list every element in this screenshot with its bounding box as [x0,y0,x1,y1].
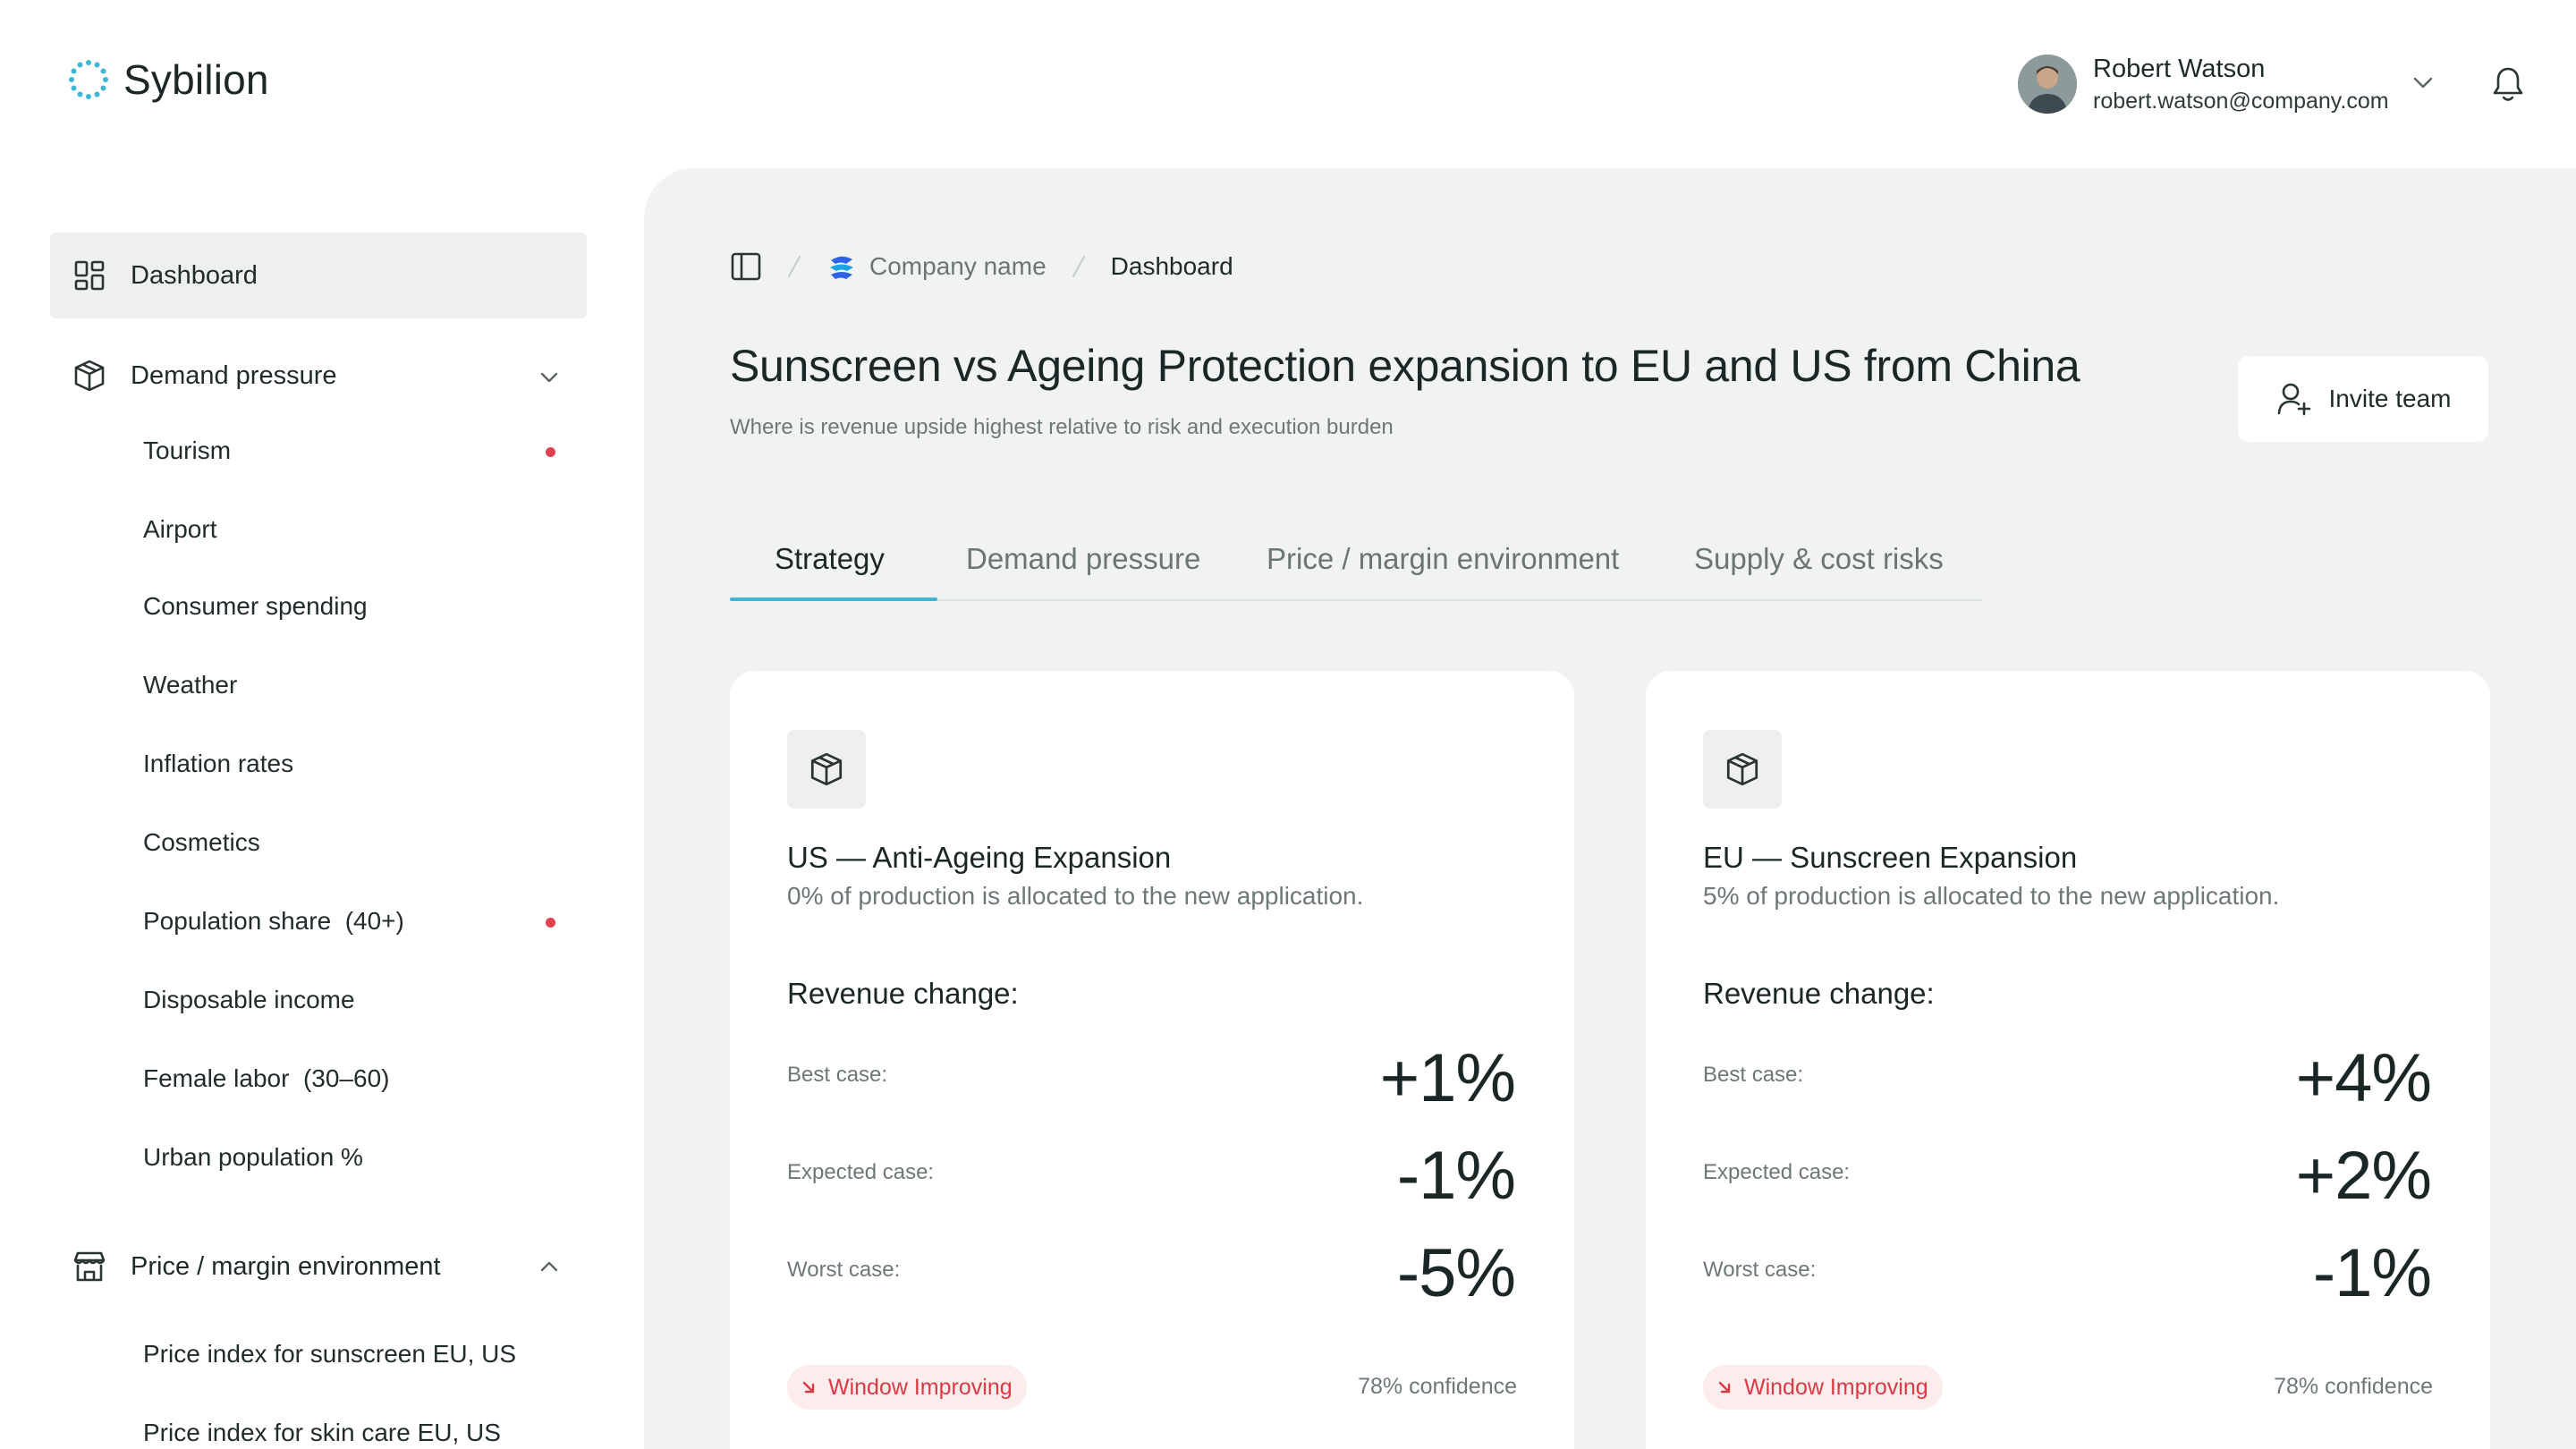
add-user-icon [2277,383,2310,416]
revenue-change-label: Revenue change: [1703,977,1935,1010]
chevron-down-icon[interactable] [2410,72,2436,93]
company-logo-icon [830,256,853,279]
card-description: 5% of production is allocated to the new… [1703,882,2280,910]
revenue-change-label: Revenue change: [787,977,1019,1010]
page-title: Sunscreen vs Ageing Protection expansion… [730,341,2080,391]
expected-case-label: Expected case: [787,1160,935,1184]
sidebar-item-disposable-income[interactable]: Disposable income [143,986,355,1014]
worst-case-value: -5% [1396,1235,1516,1311]
confidence-label: 78% confidence [2274,1374,2433,1399]
expected-case-label: Expected case: [1703,1160,1851,1184]
alert-dot [546,447,555,457]
tab-strategy[interactable]: Strategy [775,542,885,576]
sidebar-item-demand-pressure[interactable]: Demand pressure [72,358,337,394]
sidebar-item-airport[interactable]: Airport [143,515,216,544]
breadcrumb-separator [787,255,801,278]
box-icon [1726,752,1758,786]
tab-supply-cost[interactable]: Supply & cost risks [1694,542,1944,576]
worst-case-label: Worst case: [1703,1258,1817,1282]
sidebar-item-female-labor[interactable]: Female labor (30–60) [143,1064,389,1093]
sidebar-item-tourism[interactable]: Tourism [143,436,231,465]
chevron-up-icon[interactable] [537,1258,562,1275]
arrow-down-right-icon [802,1381,815,1394]
sidebar-item-consumer-spending[interactable]: Consumer spending [143,592,368,621]
chevron-down-icon[interactable] [537,369,562,386]
arrow-down-right-icon [1718,1381,1731,1394]
sidebar-item-price-margin[interactable]: Price / margin environment [72,1249,441,1284]
sidebar-item-cosmetics[interactable]: Cosmetics [143,828,260,857]
strategy-card-eu[interactable]: EU — Sunscreen Expansion 5% of productio… [1646,671,2490,1449]
sidebar-item-price-index-sunscreen[interactable]: Price index for sunscreen EU, US [143,1340,516,1368]
card-title: US — Anti-Ageing Expansion [787,841,1172,874]
user-menu[interactable]: Robert Watson robert.watson@company.com [2018,52,2389,116]
expected-case-value: -1% [1396,1138,1516,1214]
box-icon-container [1703,730,1782,809]
brand-name: Sybilion [123,56,269,103]
user-name: Robert Watson [2093,55,2266,83]
status-badge: Window Improving [1703,1365,1943,1410]
sidebar-item-inflation-rates[interactable]: Inflation rates [143,750,293,778]
tab-price-margin[interactable]: Price / margin environment [1267,542,1619,576]
invite-team-label: Invite team [2328,385,2452,412]
brand-logo[interactable]: Sybilion [66,55,269,104]
card-description: 0% of production is allocated to the new… [787,882,1364,910]
expected-case-value: +2% [2295,1138,2432,1214]
status-badge-label: Window Improving [828,1374,1013,1400]
bell-icon[interactable] [2490,64,2526,104]
sidebar-toggle-icon[interactable] [730,250,762,283]
sidebar-item-label: Demand pressure [131,360,337,390]
sidebar-item-dashboard[interactable]: Dashboard [72,258,258,293]
best-case-value: +4% [2295,1040,2432,1116]
breadcrumb-separator [1072,255,1085,278]
box-icon [74,360,105,392]
user-email: robert.watson@company.com [2093,89,2389,114]
breadcrumb-current: Dashboard [1110,252,1233,280]
worst-case-label: Worst case: [787,1258,901,1282]
confidence-label: 78% confidence [1358,1374,1517,1399]
sidebar-item-label: Dashboard [131,260,258,290]
tab-bar: Strategy Demand pressure Price / margin … [730,530,1982,601]
sidebar-item-price-index-skincare[interactable]: Price index for skin care EU, US [143,1419,501,1447]
best-case-label: Best case: [787,1063,888,1087]
sidebar-item-urban-population[interactable]: Urban population % [143,1143,363,1172]
sidebar-item-population-share[interactable]: Population share (40+) [143,907,404,936]
avatar[interactable] [2018,55,2077,114]
status-badge: Window Improving [787,1365,1027,1410]
active-tab-indicator [730,597,937,601]
box-icon [810,752,843,786]
card-title: EU — Sunscreen Expansion [1703,841,2078,874]
status-badge-label: Window Improving [1744,1374,1928,1400]
store-icon [73,1251,106,1282]
box-icon-container [787,730,866,809]
sidebar-item-weather[interactable]: Weather [143,671,237,699]
alert-dot [546,918,555,928]
worst-case-value: -1% [2312,1235,2432,1311]
logo-icon [69,60,108,99]
breadcrumb: Company name Dashboard [730,250,1233,283]
dashboard-grid-icon [74,260,105,291]
invite-team-button[interactable]: Invite team [2238,356,2488,442]
sidebar-item-label: Price / margin environment [131,1251,441,1281]
tab-demand-pressure[interactable]: Demand pressure [966,542,1200,576]
best-case-value: +1% [1379,1040,1516,1116]
best-case-label: Best case: [1703,1063,1804,1087]
page-subtitle: Where is revenue upside highest relative… [730,415,1394,439]
strategy-card-us[interactable]: US — Anti-Ageing Expansion 0% of product… [730,671,1574,1449]
breadcrumb-company[interactable]: Company name [869,252,1046,281]
